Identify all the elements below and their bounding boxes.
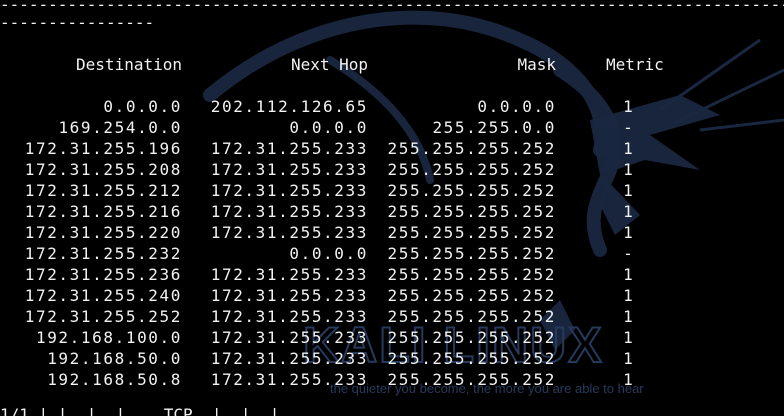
- cell-next-hop: 172.31.255.233: [210, 139, 368, 158]
- table-row: 172.31.255.216 172.31.255.233 255.255.255.…: [0, 201, 784, 222]
- cell-mask: 255.255.255.252: [387, 286, 556, 305]
- cell-destination: 172.31.255.212: [24, 181, 182, 200]
- cell-metric: 1: [623, 160, 633, 179]
- cell-mask: 255.255.255.252: [387, 328, 556, 347]
- header-metric: Metric: [606, 55, 664, 74]
- cell-mask: 255.255.255.252: [387, 370, 556, 389]
- cell-mask: 255.255.0.0: [432, 118, 556, 137]
- cell-metric: 1: [623, 265, 633, 284]
- cell-next-hop: 172.31.255.233: [210, 223, 368, 242]
- cell-metric: 1: [623, 181, 633, 200]
- cell-next-hop: 172.31.255.233: [210, 328, 368, 347]
- cell-next-hop: 172.31.255.233: [210, 160, 368, 179]
- cell-next-hop: 0.0.0.0: [289, 118, 368, 137]
- cell-mask: 255.255.255.252: [387, 244, 556, 263]
- cell-next-hop: 172.31.255.233: [210, 265, 368, 284]
- cell-destination: 172.31.255.232: [24, 244, 182, 263]
- cell-metric: 1: [623, 370, 633, 389]
- cell-mask: 255.255.255.252: [387, 160, 556, 179]
- cell-next-hop: 172.31.255.233: [210, 181, 368, 200]
- cell-destination: 192.168.50.8: [47, 370, 182, 389]
- cell-next-hop: 172.31.255.233: [210, 286, 368, 305]
- cell-metric: 1: [623, 97, 633, 116]
- header-destination: Destination: [76, 55, 182, 74]
- cell-destination: 172.31.255.196: [24, 139, 182, 158]
- cell-destination: 169.254.0.0: [58, 118, 182, 137]
- separator-line-bottom: ----------------: [0, 13, 155, 32]
- table-row: 172.31.255.212 172.31.255.233 255.255.255.…: [0, 180, 784, 201]
- cell-metric: 1: [623, 349, 633, 368]
- cell-metric: 1: [623, 328, 633, 347]
- cell-destination: 172.31.255.236: [24, 265, 182, 284]
- table-row: 172.31.255.208 172.31.255.233 255.255.255.…: [0, 159, 784, 180]
- cell-metric: 1: [623, 139, 633, 158]
- cell-destination: 172.31.255.220: [24, 223, 182, 242]
- cell-metric: 1: [623, 223, 633, 242]
- cell-destination: 172.31.255.240: [24, 286, 182, 305]
- cell-destination: 192.168.100.0: [35, 328, 182, 347]
- cell-mask: 255.255.255.252: [387, 307, 556, 326]
- table-row: 172.31.255.196 172.31.255.233 255.255.255.…: [0, 138, 784, 159]
- cell-metric: 1: [623, 202, 633, 221]
- table-row: 172.31.255.232 0.0.0.0 255.255.255.252 -: [0, 243, 784, 264]
- cell-destination: 172.31.255.252: [24, 307, 182, 326]
- cell-next-hop: 172.31.255.233: [210, 202, 368, 221]
- cell-next-hop: 172.31.255.233: [210, 349, 368, 368]
- cell-metric: 1: [623, 307, 633, 326]
- cell-destination: 172.31.255.208: [24, 160, 182, 179]
- cell-mask: 255.255.255.252: [387, 181, 556, 200]
- table-row: 192.168.100.0 172.31.255.233 255.255.255.2…: [0, 327, 784, 348]
- cell-mask: 0.0.0.0: [477, 97, 556, 116]
- cell-mask: 255.255.255.252: [387, 202, 556, 221]
- table-row: 172.31.255.252 172.31.255.233 255.255.255.…: [0, 306, 784, 327]
- cell-destination: 192.168.50.0: [47, 349, 182, 368]
- cell-destination: 0.0.0.0: [103, 97, 182, 116]
- table-row: 0.0.0.0 202.112.126.65 0.0.0.0 1: [0, 96, 784, 117]
- cell-destination: 172.31.255.216: [24, 202, 182, 221]
- table-row: 172.31.255.236 172.31.255.233 255.255.255.…: [0, 264, 784, 285]
- cell-next-hop: 202.112.126.65: [210, 97, 368, 116]
- table-row: 169.254.0.0 0.0.0.0 255.255.0.0 -: [0, 117, 784, 138]
- cell-mask: 255.255.255.252: [387, 139, 556, 158]
- terminal-footer-line: 1/1 | | | | TCP | | |: [0, 405, 299, 416]
- cell-next-hop: 172.31.255.233: [210, 307, 368, 326]
- routing-table-header: Destination Next Hop Mask Metric: [0, 54, 784, 75]
- cell-metric: -: [623, 244, 633, 263]
- table-row: 172.31.255.220 172.31.255.233 255.255.255.…: [0, 222, 784, 243]
- cell-next-hop: 0.0.0.0: [289, 244, 368, 263]
- cell-mask: 255.255.255.252: [387, 265, 556, 284]
- cell-mask: 255.255.255.252: [387, 349, 556, 368]
- header-mask: Mask: [517, 55, 556, 74]
- cell-mask: 255.255.255.252: [387, 223, 556, 242]
- cell-metric: -: [623, 118, 633, 137]
- table-row: 172.31.255.240 172.31.255.233 255.255.255.…: [0, 285, 784, 306]
- table-row: 192.168.50.8 172.31.255.233 255.255.255.25…: [0, 369, 784, 390]
- cell-next-hop: 172.31.255.233: [210, 370, 368, 389]
- cell-metric: 1: [623, 286, 633, 305]
- header-next-hop: Next Hop: [290, 55, 368, 74]
- table-row: 192.168.50.0 172.31.255.233 255.255.255.25…: [0, 348, 784, 369]
- terminal-window[interactable]: KALI LINUX the quieter you become, the m…: [0, 0, 784, 416]
